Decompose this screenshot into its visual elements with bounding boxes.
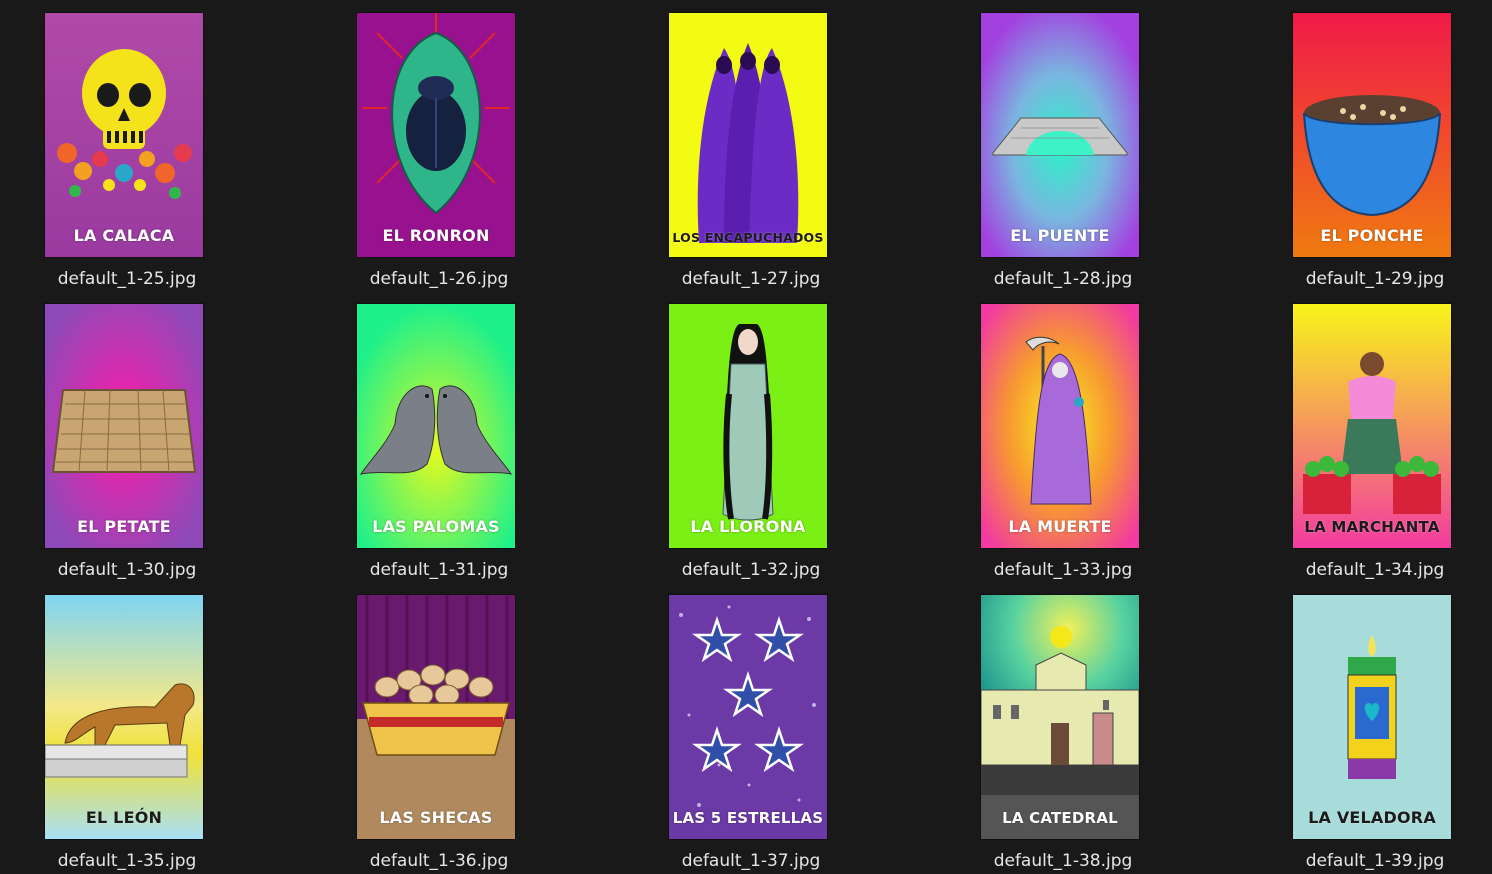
file-name: default_1-39.jpg (1305, 851, 1445, 871)
file-item[interactable]: EL PUENTE default_1-28.jpg (981, 13, 1181, 293)
file-name: default_1-30.jpg (57, 560, 197, 580)
card-title: LAS PALOMAS (372, 517, 500, 536)
thumbnail: EL LEÓN (45, 595, 203, 839)
thumbnail: LOS ENCAPUCHADOS (669, 13, 827, 257)
file-name: default_1-27.jpg (681, 269, 821, 289)
card-title: EL PETATE (77, 517, 171, 536)
file-item[interactable]: LAS 5 ESTRELLAS default_1-37.jpg (669, 595, 869, 874)
file-name: default_1-29.jpg (1305, 269, 1445, 289)
vendor-woman-icon (1293, 304, 1451, 548)
file-item[interactable]: LA MUERTE default_1-33.jpg (981, 304, 1181, 584)
card-title: EL PUENTE (1010, 226, 1110, 245)
file-item[interactable]: LA VELADORA default_1-39.jpg (1293, 595, 1492, 874)
card-title: LA CATEDRAL (1002, 809, 1118, 827)
candle-icon (1293, 595, 1451, 839)
thumbnail: EL PUENTE (981, 13, 1139, 257)
bridge-icon (981, 13, 1139, 257)
file-item[interactable]: EL PETATE default_1-30.jpg (45, 304, 245, 584)
file-item[interactable]: LAS PALOMAS default_1-31.jpg (357, 304, 557, 584)
pot-icon (1293, 13, 1451, 257)
thumbnail: LA VELADORA (1293, 595, 1451, 839)
file-name: default_1-28.jpg (993, 269, 1133, 289)
card-title: LA LLORONA (690, 517, 806, 536)
thumbnail: EL PETATE (45, 304, 203, 548)
thumbnail: EL PONCHE (1293, 13, 1451, 257)
cathedral-icon (981, 595, 1139, 839)
file-name: default_1-35.jpg (57, 851, 197, 871)
thumbnail: LA CALACA (45, 13, 203, 257)
file-name: default_1-25.jpg (57, 269, 197, 289)
card-title: LA VELADORA (1308, 808, 1436, 827)
file-name: default_1-33.jpg (993, 560, 1133, 580)
file-name: default_1-32.jpg (681, 560, 821, 580)
card-title: LOS ENCAPUCHADOS (672, 230, 824, 245)
file-name: default_1-34.jpg (1305, 560, 1445, 580)
doves-icon (357, 304, 515, 548)
file-item[interactable]: LA MARCHANTA default_1-34.jpg (1293, 304, 1492, 584)
file-name: default_1-31.jpg (369, 560, 509, 580)
thumbnail: LA LLORONA (669, 304, 827, 548)
stars-icon (669, 595, 827, 839)
card-title: LAS SHECAS (379, 808, 493, 827)
card-title: EL PONCHE (1320, 226, 1424, 245)
thumbnail: LA MUERTE (981, 304, 1139, 548)
thumbnail: LAS 5 ESTRELLAS (669, 595, 827, 839)
card-title: LA CALACA (73, 226, 175, 245)
file-name: default_1-38.jpg (993, 851, 1133, 871)
thumbnail: LA MARCHANTA (1293, 304, 1451, 548)
file-name: default_1-26.jpg (369, 269, 509, 289)
card-title: EL LEÓN (85, 808, 163, 827)
file-item[interactable]: EL LEÓN default_1-35.jpg (45, 595, 245, 874)
thumbnail: LAS SHECAS (357, 595, 515, 839)
card-title: LAS 5 ESTRELLAS (672, 809, 824, 827)
hooded-figures-icon (669, 13, 827, 257)
beetle-icon (357, 13, 515, 257)
file-item[interactable]: LA CALACA default_1-25.jpg (45, 13, 245, 293)
skull-icon (45, 13, 203, 257)
file-item[interactable]: EL PONCHE default_1-29.jpg (1293, 13, 1492, 293)
weeping-woman-icon (669, 304, 827, 548)
card-title: LA MARCHANTA (1304, 518, 1440, 536)
file-grid: LA CALACA default_1-25.jpg EL RONRON def… (0, 0, 1492, 874)
file-item[interactable]: LOS ENCAPUCHADOS default_1-27.jpg (669, 13, 869, 293)
card-title: LA MUERTE (1008, 517, 1112, 536)
mat-icon (45, 304, 203, 548)
bread-basket-icon (357, 595, 515, 839)
file-name: default_1-37.jpg (681, 851, 821, 871)
file-item[interactable]: EL RONRON default_1-26.jpg (357, 13, 557, 293)
card-title: EL RONRON (382, 226, 490, 245)
file-item[interactable]: LA LLORONA default_1-32.jpg (669, 304, 869, 584)
lion-icon (45, 595, 203, 839)
file-item[interactable]: LA CATEDRAL default_1-38.jpg (981, 595, 1181, 874)
thumbnail: EL RONRON (357, 13, 515, 257)
thumbnail: LAS PALOMAS (357, 304, 515, 548)
file-name: default_1-36.jpg (369, 851, 509, 871)
reaper-icon (981, 304, 1139, 548)
thumbnail: LA CATEDRAL (981, 595, 1139, 839)
file-item[interactable]: LAS SHECAS default_1-36.jpg (357, 595, 557, 874)
